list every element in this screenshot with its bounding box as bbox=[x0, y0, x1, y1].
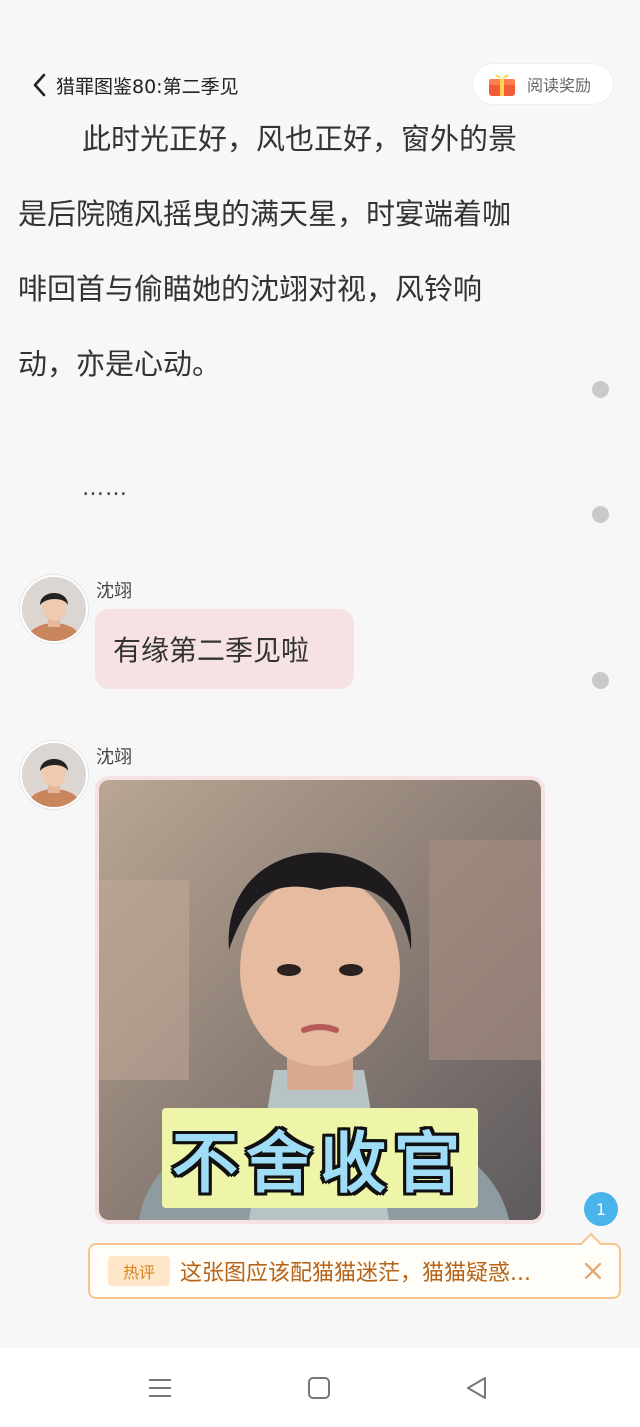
paragraph-comment-dot[interactable] bbox=[592, 506, 609, 523]
reading-reward-button[interactable]: 阅读奖励 bbox=[473, 64, 613, 104]
system-nav-bar bbox=[0, 1348, 640, 1427]
paragraph-comment-dot[interactable] bbox=[592, 381, 609, 398]
story-paragraph: 此时光正好，风也正好，窗外的景 是后院随风摇曳的满天星，时宴端着咖 啡回首与偷瞄… bbox=[18, 114, 578, 414]
avatar[interactable] bbox=[20, 575, 88, 643]
gift-box-icon bbox=[489, 74, 515, 96]
paragraph-line: 此时光正好，风也正好，窗外的景 bbox=[82, 122, 518, 156]
ellipsis-text: …… bbox=[82, 476, 128, 501]
paragraph-line: 啡回首与偷瞄她的沈翊对视，风铃响 bbox=[18, 272, 483, 306]
speaker-name: 沈翊 bbox=[96, 747, 132, 768]
paragraph-line: 是后院随风摇曳的满天星，时宴端着咖 bbox=[18, 197, 512, 231]
back-triangle-icon[interactable] bbox=[462, 1373, 492, 1403]
hot-comment-tag: 热评 bbox=[108, 1256, 170, 1286]
reading-reward-label: 阅读奖励 bbox=[527, 76, 592, 95]
comment-count-badge[interactable]: 1 bbox=[584, 1192, 618, 1226]
chevron-left-icon bbox=[33, 73, 46, 97]
paragraph-comment-dot[interactable] bbox=[592, 672, 609, 689]
close-icon[interactable] bbox=[583, 1261, 603, 1281]
meme-caption-text: 不舍收官 bbox=[162, 1108, 478, 1208]
chat-bubble-text: 有缘第二季见啦 bbox=[113, 634, 310, 667]
image-message[interactable]: 不舍收官 bbox=[95, 776, 545, 1224]
book-title: 猎罪图鉴80:第二季见 bbox=[56, 75, 239, 98]
chat-bubble[interactable]: 有缘第二季见啦 bbox=[95, 609, 354, 689]
hot-comment-popup[interactable]: 热评 这张图应该配猫猫迷茫，猫猫疑惑... bbox=[88, 1243, 621, 1299]
avatar[interactable] bbox=[20, 741, 88, 809]
speaker-name: 沈翊 bbox=[96, 581, 132, 602]
hot-comment-text: 这张图应该配猫猫迷茫，猫猫疑惑... bbox=[180, 1261, 531, 1286]
meme-caption: 不舍收官 bbox=[135, 1108, 505, 1208]
back-button[interactable]: 猎罪图鉴80:第二季见 bbox=[30, 68, 260, 102]
menu-icon[interactable] bbox=[145, 1373, 175, 1403]
home-square-icon[interactable] bbox=[304, 1373, 334, 1403]
avatar-portrait bbox=[22, 577, 86, 641]
top-bar: 猎罪图鉴80:第二季见 阅读奖励 bbox=[0, 58, 640, 108]
avatar-portrait bbox=[22, 743, 86, 807]
comment-count: 1 bbox=[595, 1199, 607, 1219]
paragraph-line: 动，亦是心动。 bbox=[18, 347, 222, 381]
